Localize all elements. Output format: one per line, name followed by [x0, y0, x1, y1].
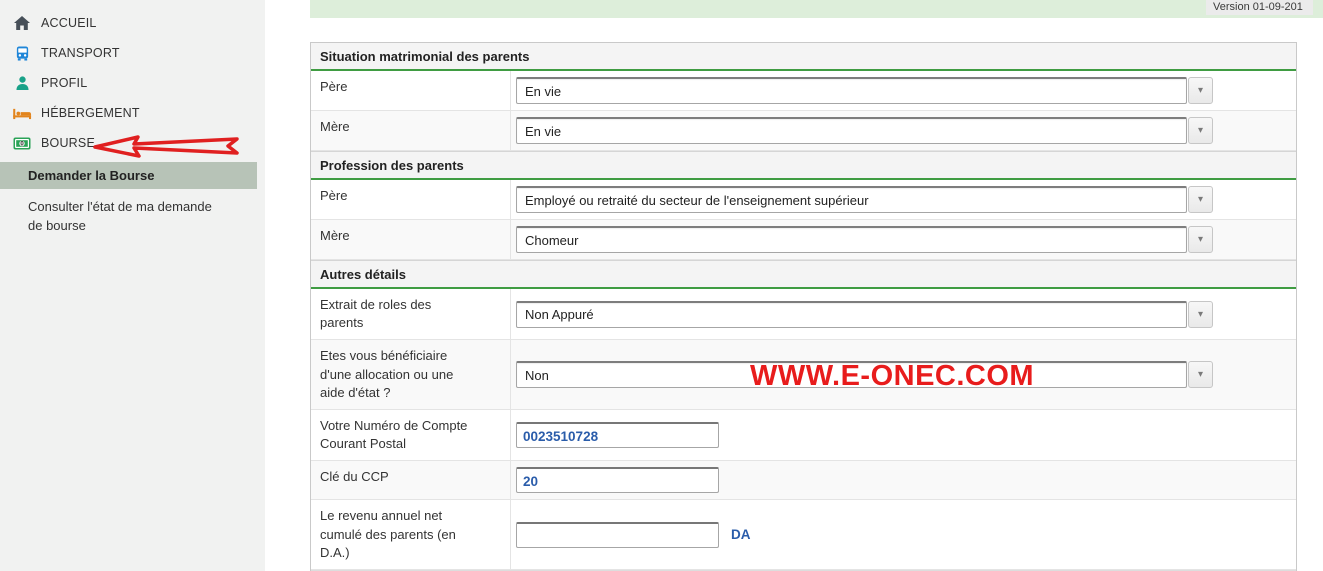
form-row-allocation: Etes vous bénéficiaire d'une allocation … [311, 340, 1296, 410]
select-value: Employé ou retraité du secteur de l'ense… [525, 192, 869, 208]
select-value: Non Appuré [525, 307, 594, 323]
bourse-form-panel: Situation matrimonial des parents Père E… [310, 42, 1297, 571]
section-title: Autres détails [311, 260, 1296, 289]
sidebar-item-label: TRANSPORT [41, 46, 120, 60]
field-value-cell [511, 461, 1296, 499]
mere-profession-select[interactable]: Chomeur ▾ [516, 226, 1213, 253]
sidebar: ACCUEIL TRANSPORT PROFIL HÉBERGEMENT 0 B… [0, 0, 265, 571]
sidebar-item-demander-la-bourse[interactable]: Demander la Bourse [0, 162, 257, 189]
field-label: Le revenu annuel net cumulé des parents … [311, 500, 511, 569]
revenu-annuel-input[interactable] [516, 521, 719, 548]
field-label: Etes vous bénéficiaire d'une allocation … [311, 340, 511, 409]
section-title: Situation matrimonial des parents [311, 43, 1296, 71]
form-row-revenu: Le revenu annuel net cumulé des parents … [311, 500, 1296, 570]
person-icon [12, 75, 32, 91]
form-row-mere-situation: Mère En vie ▾ [311, 111, 1296, 151]
sidebar-subnav: Demander la Bourse Consulter l'état de m… [0, 162, 265, 236]
sidebar-item-hebergement[interactable]: HÉBERGEMENT [0, 98, 265, 128]
form-row-ccp-key: Clé du CCP [311, 461, 1296, 501]
chevron-down-icon[interactable]: ▾ [1188, 226, 1213, 253]
field-value-cell: En vie ▾ [511, 111, 1296, 150]
field-value-cell [511, 410, 1296, 460]
ccp-number-input[interactable] [516, 422, 719, 449]
chevron-down-icon[interactable]: ▾ [1188, 117, 1213, 144]
field-value-cell: Chomeur ▾ [511, 220, 1296, 259]
bed-icon [12, 105, 32, 121]
select-value: En vie [525, 123, 562, 139]
field-value-cell: Non Appuré ▾ [511, 289, 1296, 339]
select-value: Chomeur [525, 232, 579, 248]
version-label: Version 01-09-201 [1206, 0, 1313, 15]
field-label: Père [311, 180, 511, 219]
field-value-cell: DA [511, 500, 1296, 569]
select-value: En vie [525, 83, 562, 99]
sidebar-item-accueil[interactable]: ACCUEIL [0, 8, 265, 38]
chevron-down-icon[interactable]: ▾ [1188, 361, 1213, 389]
form-row-pere-profession: Père Employé ou retraité du secteur de l… [311, 180, 1296, 220]
field-label: Mère [311, 111, 511, 150]
page: ACCUEIL TRANSPORT PROFIL HÉBERGEMENT 0 B… [0, 0, 1323, 571]
field-value-cell: Non ▾ [511, 340, 1296, 409]
pere-situation-select[interactable]: En vie ▾ [516, 77, 1213, 104]
sidebar-item-label: ACCUEIL [41, 16, 97, 30]
sidebar-item-label: HÉBERGEMENT [41, 106, 140, 120]
select-value: Non [525, 367, 549, 383]
pere-profession-select[interactable]: Employé ou retraité du secteur de l'ense… [516, 186, 1213, 213]
red-arrow-annotation [92, 133, 242, 159]
sidebar-item-consulter-etat-demande[interactable]: Consulter l'état de ma demande de bourse [0, 189, 238, 236]
form-row-ccp-number: Votre Numéro de Compte Courant Postal [311, 409, 1296, 462]
field-label: Clé du CCP [311, 461, 511, 500]
bus-icon [12, 45, 32, 61]
field-value-cell: En vie ▾ [511, 71, 1296, 110]
allocation-select[interactable]: Non ▾ [516, 361, 1213, 389]
chevron-down-icon[interactable]: ▾ [1188, 77, 1213, 104]
ccp-key-input[interactable] [516, 467, 719, 494]
extrait-roles-select[interactable]: Non Appuré ▾ [516, 300, 1213, 328]
field-label: Père [311, 71, 511, 110]
section-title: Profession des parents [311, 151, 1296, 180]
field-label: Votre Numéro de Compte Courant Postal [311, 409, 511, 461]
chevron-down-icon[interactable]: ▾ [1188, 186, 1213, 213]
money-icon: 0 [12, 135, 32, 151]
home-icon [12, 15, 32, 31]
field-label: Mère [311, 220, 511, 259]
sidebar-item-profil[interactable]: PROFIL [0, 68, 265, 98]
field-label: Extrait de roles des parents [311, 289, 511, 340]
mere-situation-select[interactable]: En vie ▾ [516, 117, 1213, 144]
form-row-extrait-roles: Extrait de roles des parents Non Appuré … [311, 289, 1296, 341]
form-row-pere-situation: Père En vie ▾ [311, 71, 1296, 111]
chevron-down-icon[interactable]: ▾ [1188, 300, 1213, 328]
sidebar-item-label: PROFIL [41, 76, 88, 90]
sidebar-item-transport[interactable]: TRANSPORT [0, 38, 265, 68]
da-currency-label: DA [731, 527, 751, 543]
field-value-cell: Employé ou retraité du secteur de l'ense… [511, 180, 1296, 219]
alert-bar [310, 0, 1323, 18]
form-row-mere-profession: Mère Chomeur ▾ [311, 220, 1296, 260]
sidebar-item-label: BOURSE [41, 136, 95, 150]
